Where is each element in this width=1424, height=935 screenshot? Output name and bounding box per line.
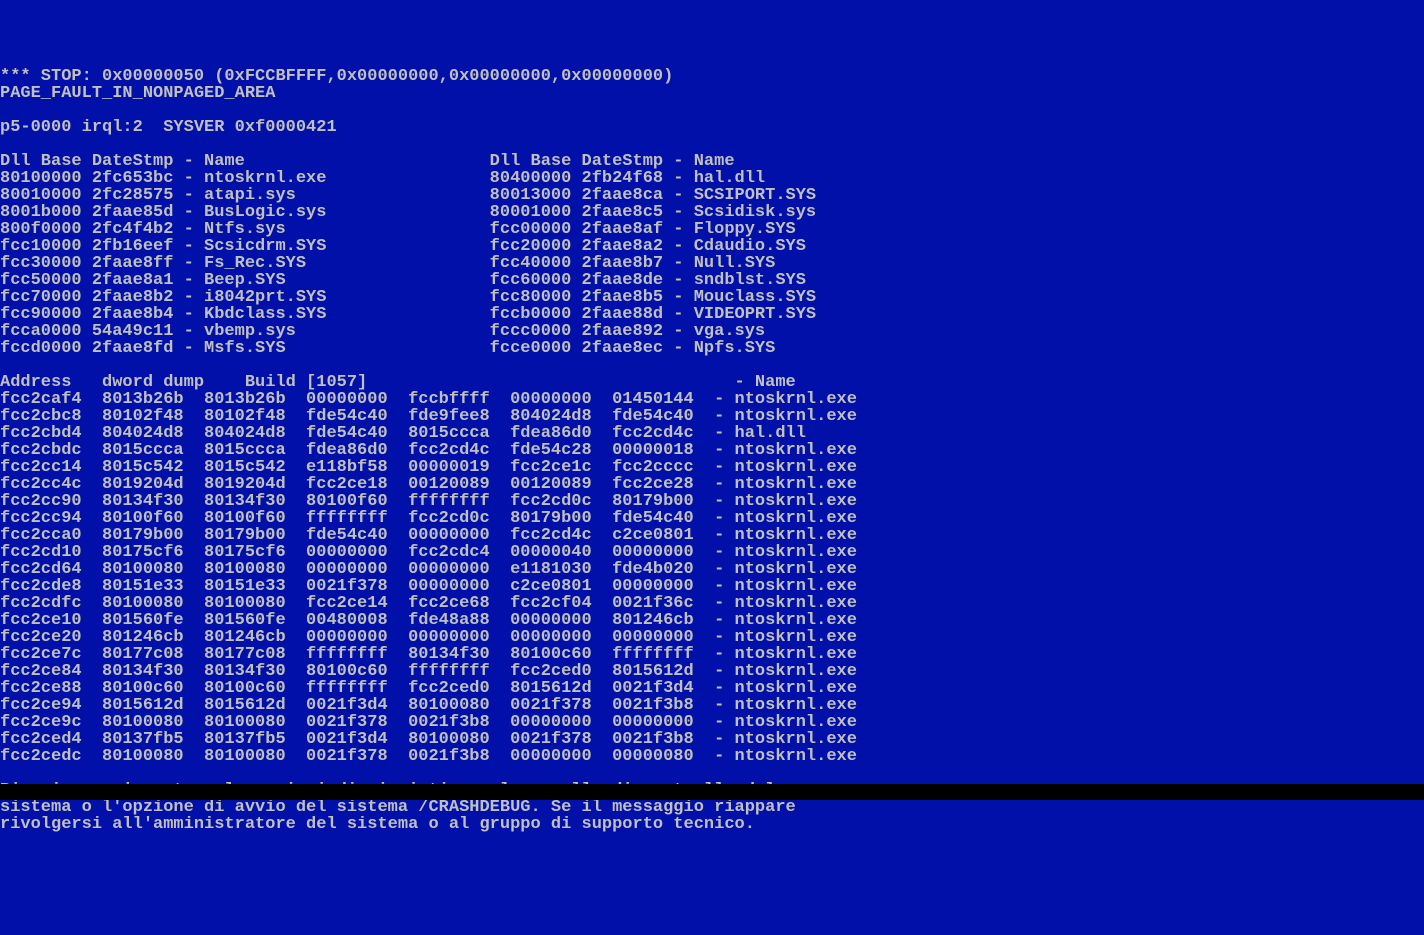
bsod-screen: *** STOP: 0x00000050 (0xFCCBFFFF,0x00000… (0, 68, 1424, 833)
bottom-black-bar (0, 784, 1424, 800)
